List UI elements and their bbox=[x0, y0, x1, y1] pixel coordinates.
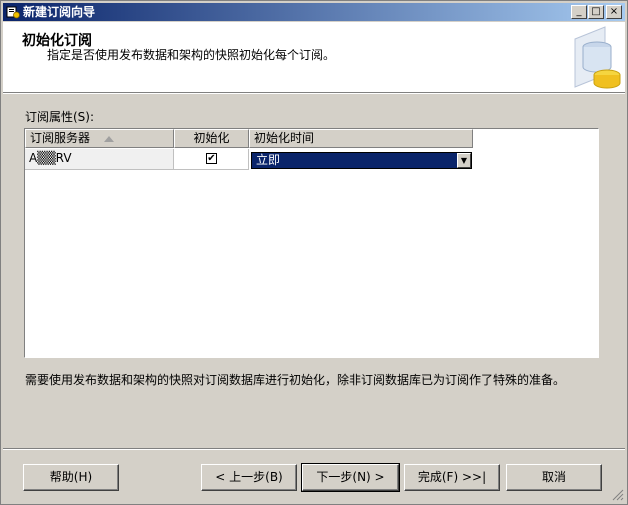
cancel-button[interactable]: 取消 bbox=[506, 464, 602, 491]
close-button[interactable]: × bbox=[606, 5, 622, 19]
chevron-down-icon[interactable]: ▼ bbox=[457, 153, 471, 168]
column-header-initialize[interactable]: 初始化 bbox=[174, 129, 249, 148]
grid-label: 订阅属性(S): bbox=[25, 110, 95, 124]
column-header-label: 订阅服务器 bbox=[30, 131, 91, 145]
sort-ascending-icon bbox=[103, 136, 114, 142]
init-time-dropdown[interactable]: 立即 ▼ bbox=[251, 152, 472, 169]
database-wizard-icon bbox=[574, 26, 621, 89]
column-header-init-time[interactable]: 初始化时间 bbox=[249, 129, 473, 148]
initialize-checkbox[interactable]: ✔ bbox=[206, 153, 217, 164]
wizard-header: 初始化订阅 指定是否使用发布数据和架构的快照初始化每个订阅。 bbox=[3, 22, 625, 93]
app-icon bbox=[6, 6, 20, 19]
header-divider bbox=[3, 93, 625, 94]
wizard-window: 新建订阅向导 _ □ × 初始化订阅 指定是否使用发布数据和架构的快照初始化每个… bbox=[0, 0, 628, 505]
footer-divider bbox=[3, 448, 625, 450]
page-description: 指定是否使用发布数据和架构的快照初始化每个订阅。 bbox=[47, 48, 336, 62]
subscriber-cell: A▒▒RV bbox=[25, 149, 174, 170]
back-button[interactable]: < 上一步(B) bbox=[201, 464, 297, 491]
maximize-button[interactable]: □ bbox=[588, 5, 604, 19]
init-time-value: 立即 bbox=[256, 153, 281, 167]
help-button[interactable]: 帮助(H) bbox=[23, 464, 119, 491]
info-text: 需要使用发布数据和架构的快照对订阅数据库进行初始化，除非订阅数据库已为订阅作了特… bbox=[25, 373, 566, 387]
subscription-properties-grid[interactable]: 订阅服务器 初始化 初始化时间 A▒▒RV ✔ 立即 ▼ bbox=[24, 128, 599, 358]
title-bar[interactable]: 新建订阅向导 _ □ × bbox=[3, 3, 625, 21]
next-button[interactable]: 下一步(N) > bbox=[301, 463, 400, 492]
initialize-cell: ✔ bbox=[174, 149, 249, 170]
minimize-button[interactable]: _ bbox=[571, 5, 587, 19]
finish-button[interactable]: 完成(F) >>| bbox=[404, 464, 500, 491]
resize-grip-icon[interactable] bbox=[612, 489, 624, 501]
column-header-subscriber[interactable]: 订阅服务器 bbox=[25, 129, 174, 148]
window-title: 新建订阅向导 bbox=[23, 5, 96, 19]
